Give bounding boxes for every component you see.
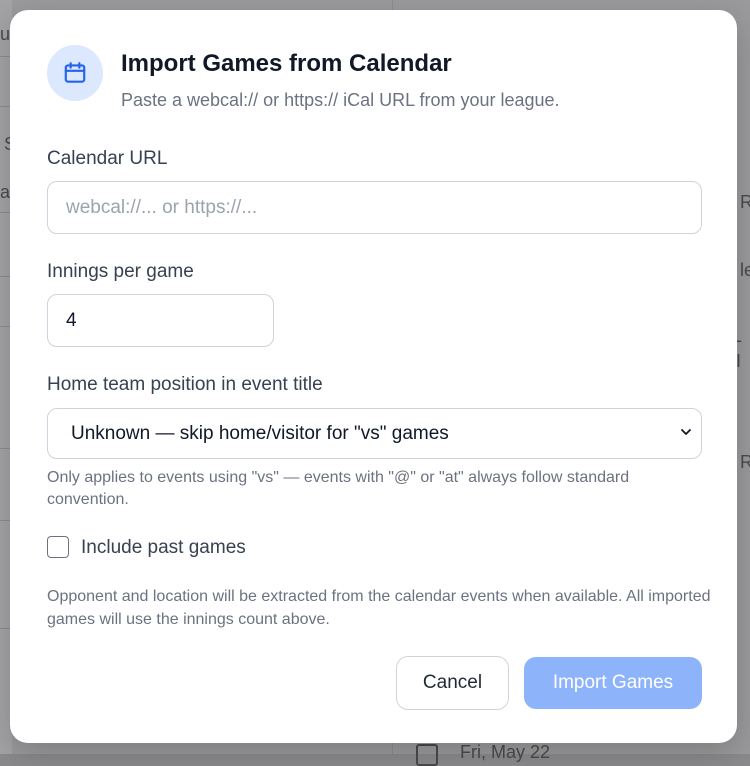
background-text: R: [740, 452, 750, 472]
include-past-games-checkbox[interactable]: [47, 536, 69, 558]
background-text: u: [0, 24, 11, 44]
calendar-url-input[interactable]: [47, 181, 702, 234]
import-info-text: Opponent and location will be extracted …: [47, 588, 711, 628]
include-past-games-label[interactable]: Include past games: [81, 537, 246, 559]
background-date-text: Fri, May 22: [460, 742, 551, 762]
background-text: - I: [736, 330, 742, 371]
import-games-button[interactable]: Import Games: [524, 657, 702, 709]
dialog-subtitle: Paste a webcal:// or https:// iCal URL f…: [121, 90, 560, 110]
home-position-selected-value: Unknown — skip home/visitor for "vs" gam…: [71, 422, 449, 444]
cancel-button[interactable]: Cancel: [396, 656, 509, 710]
innings-label: Innings per game: [47, 261, 194, 282]
home-position-select[interactable]: Unknown — skip home/visitor for "vs" gam…: [47, 408, 702, 459]
chevron-down-icon: [681, 429, 691, 435]
header-icon-badge: [47, 45, 103, 101]
innings-input[interactable]: [47, 294, 274, 347]
background-checkbox: [416, 744, 438, 766]
home-position-hint: Only applies to events using "vs" — even…: [47, 469, 630, 508]
background-text: R: [740, 192, 750, 212]
background-text: a: [0, 182, 11, 202]
calendar-url-label: Calendar URL: [47, 148, 168, 169]
import-games-dialog: Import Games from Calendar Paste a webca…: [10, 10, 737, 743]
calendar-icon: [64, 62, 86, 83]
home-position-label: Home team position in event title: [47, 374, 323, 395]
dialog-title: Import Games from Calendar: [121, 50, 452, 77]
background-text: le: [740, 260, 750, 280]
